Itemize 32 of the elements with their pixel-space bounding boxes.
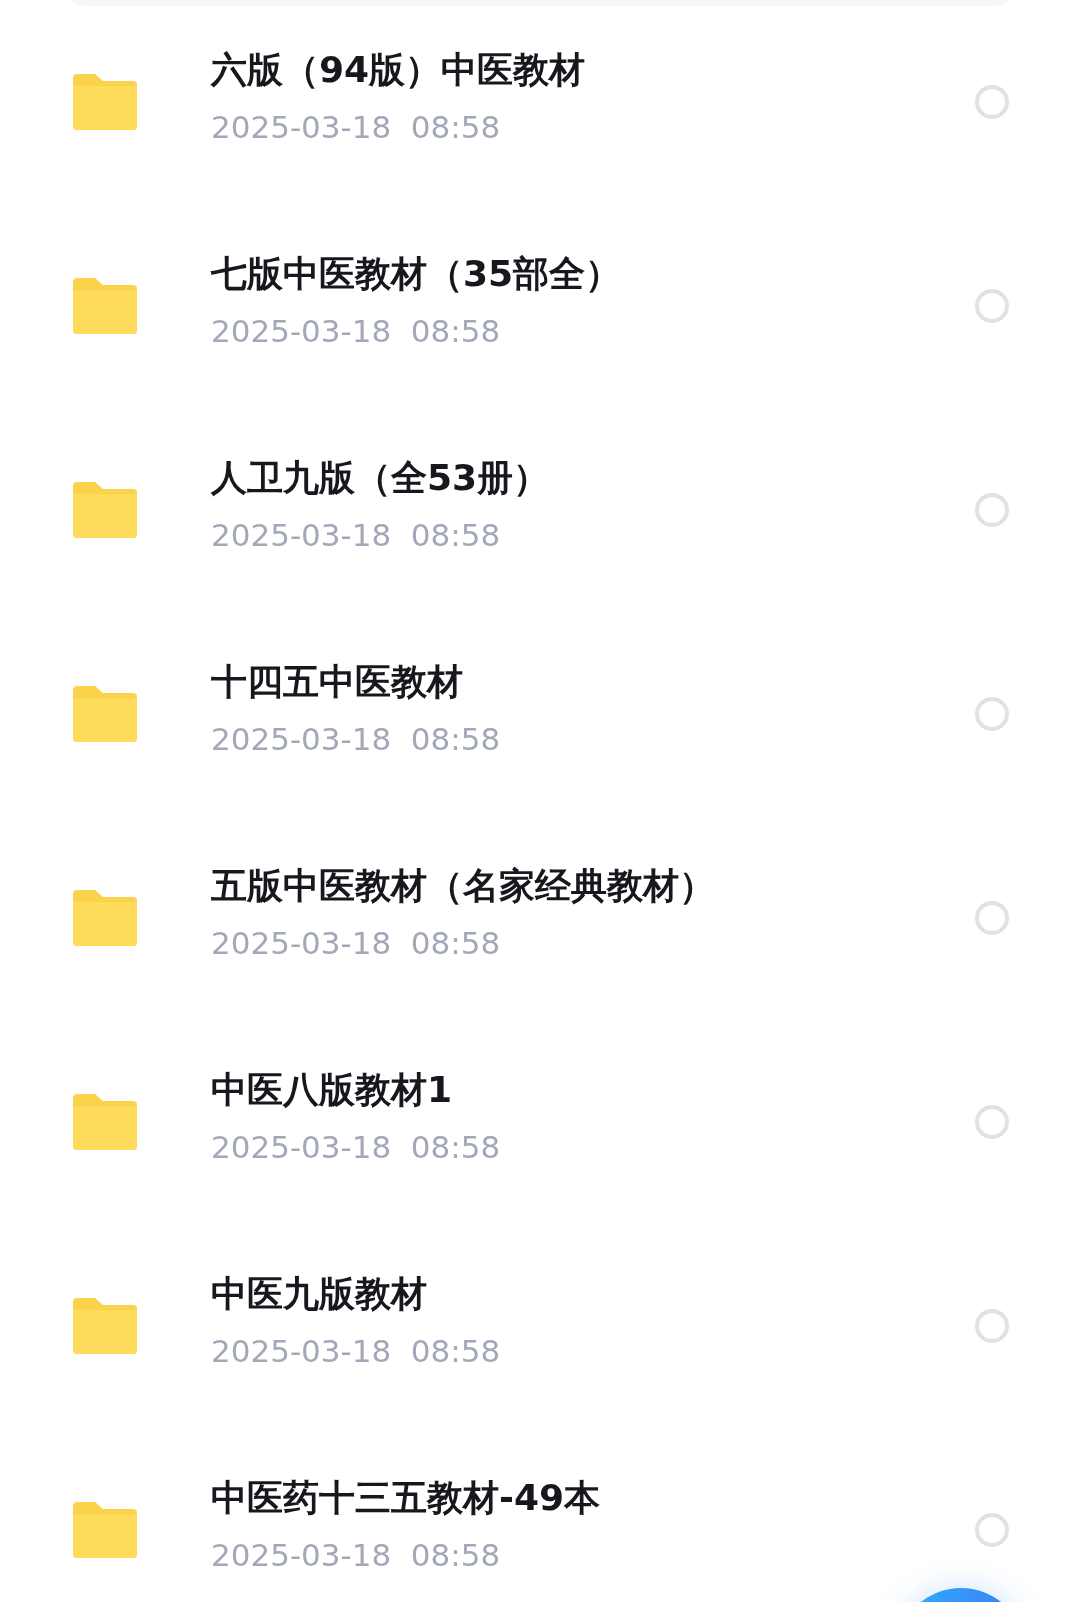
folder-icon bbox=[73, 1298, 137, 1354]
select-radio[interactable] bbox=[975, 493, 1009, 527]
folder-icon bbox=[73, 686, 137, 742]
folder-name[interactable]: 中医八版教材1 bbox=[211, 1067, 975, 1113]
folder-name[interactable]: 中医药十三五教材-49本 bbox=[211, 1475, 975, 1521]
folder-icon bbox=[73, 74, 137, 130]
folder-icon bbox=[73, 278, 137, 334]
modified-date: 2025-03-18 08:58 bbox=[211, 1128, 502, 1167]
folder-icon bbox=[73, 482, 137, 538]
modified-date: 2025-03-18 08:58 bbox=[211, 108, 502, 147]
modified-date: 2025-03-18 08:58 bbox=[211, 516, 502, 555]
modified-date: 2025-03-18 08:58 bbox=[211, 924, 502, 963]
select-radio[interactable] bbox=[975, 901, 1009, 935]
select-radio[interactable] bbox=[975, 289, 1009, 323]
folder-name[interactable]: 十四五中医教材 bbox=[211, 659, 975, 705]
select-radio[interactable] bbox=[975, 1309, 1009, 1343]
folder-name[interactable]: 五版中医教材（名家经典教材） bbox=[211, 863, 975, 909]
select-radio[interactable] bbox=[975, 1105, 1009, 1139]
folder-icon bbox=[73, 890, 137, 946]
modified-date: 2025-03-18 08:58 bbox=[211, 312, 502, 351]
modified-date: 2025-03-18 08:58 bbox=[211, 1332, 502, 1371]
folder-name[interactable]: 六版（94版）中医教材 bbox=[211, 47, 975, 93]
select-radio[interactable] bbox=[975, 1513, 1009, 1547]
folder-icon bbox=[73, 1094, 137, 1150]
modified-date: 2025-03-18 08:58 bbox=[211, 720, 502, 759]
modified-date: 2025-03-18 08:58 bbox=[211, 1536, 502, 1575]
select-radio[interactable] bbox=[975, 697, 1009, 731]
folder-name[interactable]: 七版中医教材（35部全） bbox=[211, 251, 975, 297]
folder-name[interactable]: 人卫九版（全53册） bbox=[211, 455, 975, 501]
folder-icon bbox=[73, 1502, 137, 1558]
folder-name[interactable]: 中医九版教材 bbox=[211, 1271, 975, 1317]
select-radio[interactable] bbox=[975, 85, 1009, 119]
